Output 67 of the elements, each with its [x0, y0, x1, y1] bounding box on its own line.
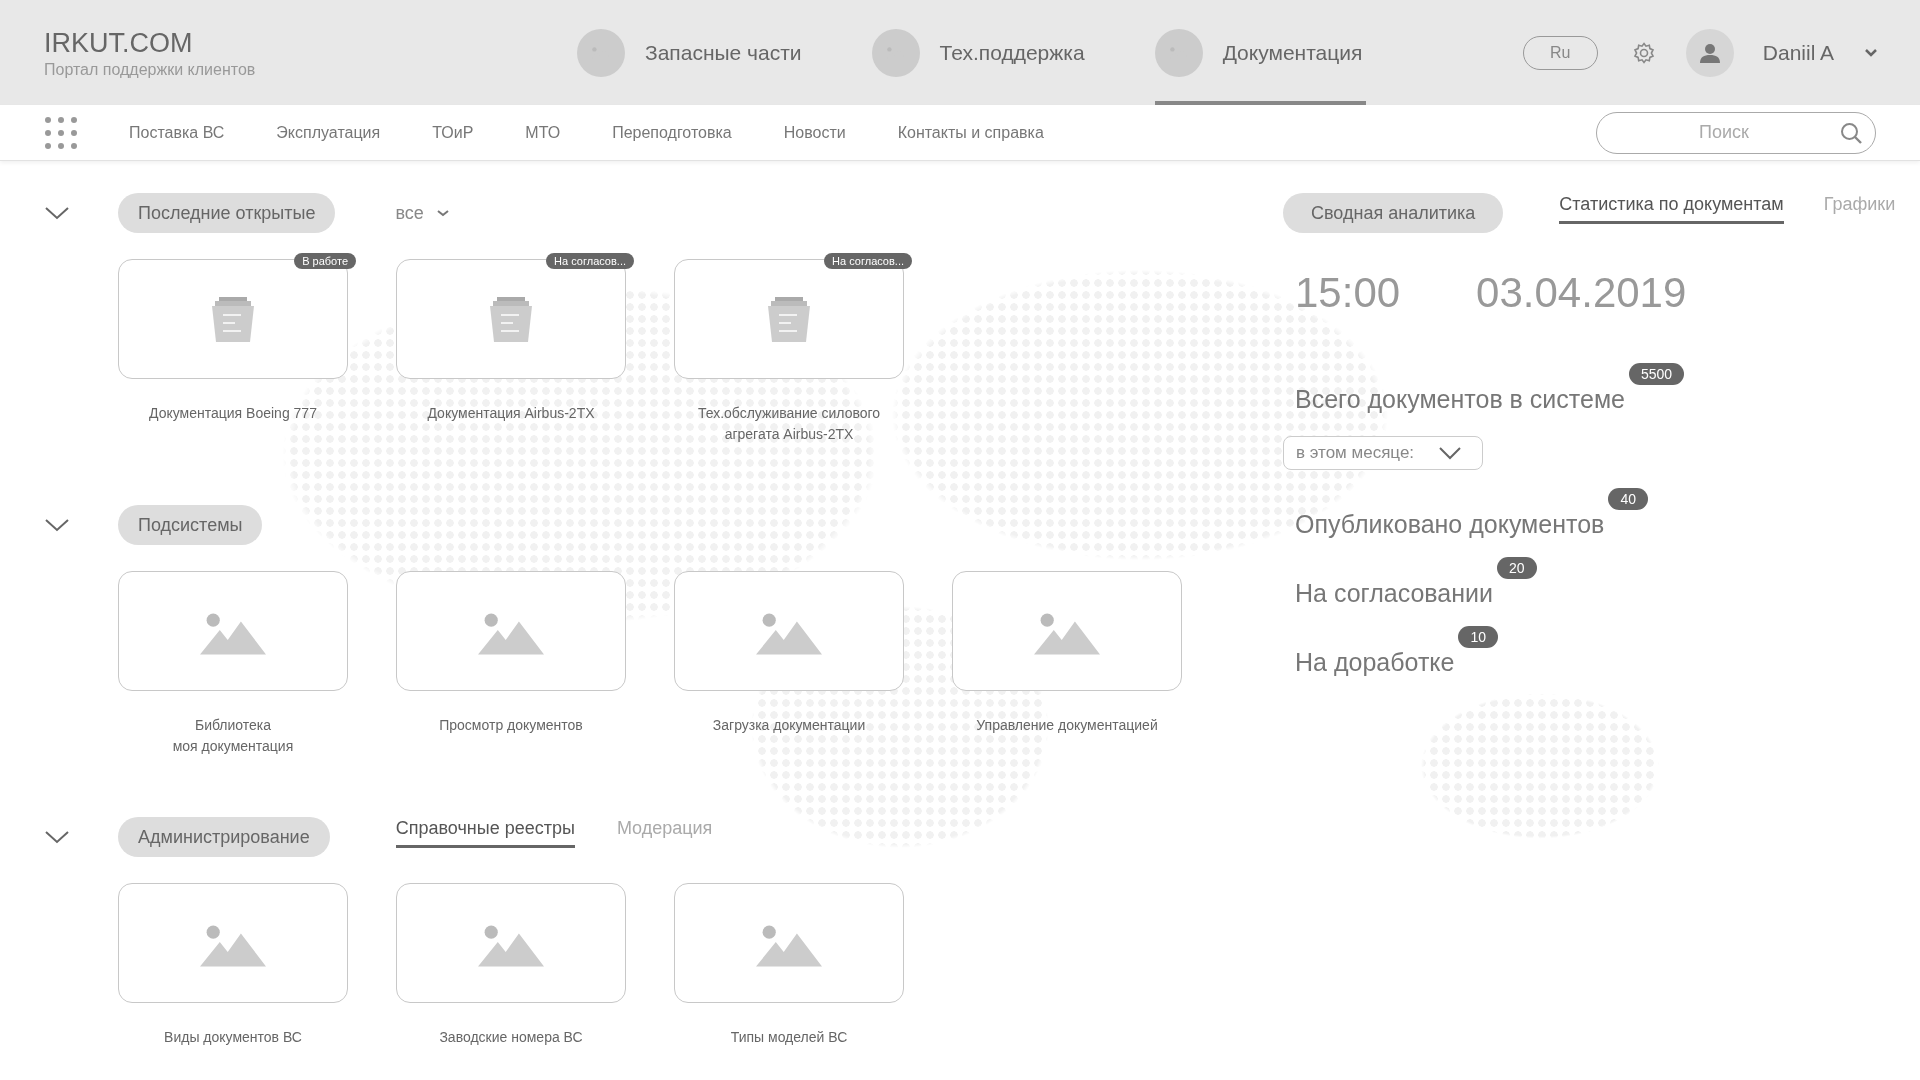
- status-badge: В работе: [294, 253, 356, 269]
- subsystem-card[interactable]: [674, 883, 904, 1003]
- document-card[interactable]: [396, 259, 626, 379]
- stat-label: Всего документов в системе: [1295, 385, 1625, 414]
- subsystem-card[interactable]: [118, 571, 348, 691]
- subsystem-card[interactable]: [396, 571, 626, 691]
- section-button[interactable]: Администрирование: [118, 817, 330, 857]
- period-dropdown[interactable]: в этом месяце:: [1283, 436, 1483, 470]
- time-text: 15:00: [1295, 269, 1401, 317]
- date-text: 03.04.2019: [1476, 269, 1687, 317]
- count-badge: 20: [1497, 557, 1537, 579]
- tab[interactable]: Статистика по документам: [1559, 194, 1784, 224]
- section-button[interactable]: Сводная аналитика: [1283, 193, 1504, 233]
- caret-icon[interactable]: [1864, 48, 1878, 57]
- card-label[interactable]: Библиотека моя документация: [118, 715, 348, 757]
- image-icon: [577, 28, 625, 77]
- filter-dropdown[interactable]: все: [395, 202, 450, 224]
- card-label[interactable]: Управление документацией: [952, 715, 1182, 736]
- card-label[interactable]: Документация Airbus-2TX: [396, 403, 626, 424]
- apps-menu-icon[interactable]: [44, 115, 78, 150]
- card-label[interactable]: Просмотр документов: [396, 715, 626, 736]
- nav-tab[interactable]: Запасные части: [577, 0, 806, 105]
- caret-icon: [435, 209, 450, 217]
- menu-link[interactable]: Новости: [783, 123, 846, 142]
- card-label[interactable]: Виды документов ВС: [118, 1027, 348, 1048]
- chevron-icon[interactable]: [44, 830, 70, 844]
- nav-tab[interactable]: Тех.поддержка: [871, 0, 1089, 105]
- menu-link[interactable]: Контакты и справка: [897, 123, 1044, 142]
- stat-label: На доработке: [1295, 648, 1455, 677]
- site-subtitle: Портал поддержки клиентов: [44, 60, 257, 79]
- subsystem-card[interactable]: [952, 571, 1182, 691]
- count-badge: 10: [1458, 626, 1499, 648]
- card-label[interactable]: Загрузка документации: [674, 715, 904, 736]
- count-badge: 40: [1608, 488, 1648, 510]
- card-label[interactable]: Типы моделей ВС: [674, 1027, 904, 1048]
- menu-link[interactable]: МТО: [525, 123, 561, 142]
- tab[interactable]: Справочные реестры: [395, 818, 575, 848]
- status-badge: На согласов...: [824, 253, 912, 269]
- settings-icon[interactable]: [1631, 40, 1656, 65]
- chevron-icon[interactable]: [44, 206, 70, 220]
- subsystem-card[interactable]: [118, 883, 348, 1003]
- menu-link[interactable]: Эксплуатация: [276, 123, 381, 142]
- card-label[interactable]: Документация Boeing 777: [118, 403, 348, 424]
- document-stack-icon: [489, 296, 533, 342]
- subsystem-card[interactable]: [674, 571, 904, 691]
- menu-link[interactable]: Переподготовка: [612, 123, 732, 142]
- stat-label: На согласовании: [1295, 579, 1493, 608]
- chevron-icon[interactable]: [44, 518, 70, 532]
- stat-label: Опубликовано документов: [1295, 510, 1605, 539]
- status-badge: На согласов...: [546, 253, 634, 269]
- person-drawing: [1698, 41, 1721, 64]
- document-card[interactable]: [674, 259, 904, 379]
- chevron-icon: [1438, 446, 1463, 460]
- card-label[interactable]: Заводские номера ВС: [396, 1027, 626, 1048]
- menu-link[interactable]: Поставка ВС: [129, 123, 225, 142]
- user-name[interactable]: Daniil A: [1762, 40, 1834, 65]
- site-logo[interactable]: IRKUT.COM: [44, 26, 577, 59]
- search-field[interactable]: Поиск: [1596, 111, 1876, 154]
- section-button[interactable]: Подсистемы: [118, 505, 263, 545]
- section-button[interactable]: Последние открытые: [118, 193, 336, 233]
- search-icon[interactable]: [1840, 121, 1862, 144]
- subsystem-card[interactable]: [396, 883, 626, 1003]
- menu-link[interactable]: ТОиР: [432, 123, 474, 142]
- document-stack-icon: [767, 296, 811, 342]
- document-stack-icon: [211, 296, 255, 342]
- count-badge: 5500: [1629, 363, 1685, 385]
- card-label[interactable]: Тех.обслуживание силового агрегата Airbus-2TX: [674, 403, 904, 445]
